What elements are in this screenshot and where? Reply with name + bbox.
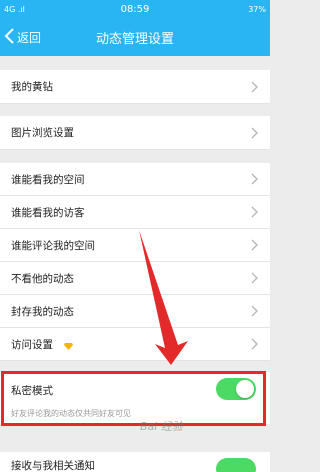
watermark: Bai 经验 xyxy=(140,420,183,433)
privacy-mode-section: 私密模式 好友评论我的动态仅共同好友可见 xyxy=(0,372,270,424)
battery-indicator: 37% xyxy=(248,4,266,14)
row-label: 谁能评论我的空间 xyxy=(11,239,95,252)
privacy-mode-toggle[interactable] xyxy=(216,378,256,400)
row-label: 图片浏览设置 xyxy=(11,127,74,139)
chevron-right-icon xyxy=(251,305,258,317)
notifications-toggle[interactable] xyxy=(216,458,256,472)
row-image-browse[interactable]: 图片浏览设置 xyxy=(0,116,270,150)
chevron-right-icon xyxy=(251,81,258,93)
yellow-diamond-icon xyxy=(64,341,74,350)
chevron-right-icon xyxy=(251,338,258,350)
privacy-mode-description: 好友评论我的动态仅共同好友可见 xyxy=(11,409,131,418)
row-who-see-space[interactable]: 谁能看我的空间 xyxy=(0,163,270,196)
row-who-see-visitors[interactable]: 谁能看我的访客 xyxy=(0,196,270,229)
row-blocked[interactable]: 封存我的动态 xyxy=(0,295,270,328)
chevron-right-icon xyxy=(251,272,258,284)
row-label: 访问设置 xyxy=(11,338,53,351)
status-bar: 4G .ıl 08:59 37% xyxy=(0,0,270,18)
signal-indicator: 4G .ıl xyxy=(4,4,25,14)
toggle-knob xyxy=(236,380,254,398)
row-not-see[interactable]: 不看他的动态 xyxy=(0,262,270,295)
chevron-right-icon xyxy=(251,127,258,139)
title-bar: 返回 动态管理设置 xyxy=(0,18,270,56)
chevron-right-icon xyxy=(251,239,258,251)
row-label: 封存我的动态 xyxy=(11,305,74,318)
chevron-right-icon xyxy=(251,173,258,185)
row-yellow-diamond[interactable]: 我的黄钻 xyxy=(0,70,270,104)
row-who-comment[interactable]: 谁能评论我的空间 xyxy=(0,229,270,262)
row-label: 接收与我相关通知 xyxy=(11,460,95,472)
status-time: 08:59 xyxy=(120,3,150,15)
row-label: 谁能看我的访客 xyxy=(11,206,85,219)
row-notifications[interactable]: 接收与我相关通知 xyxy=(0,452,270,472)
page-title: 动态管理设置 xyxy=(95,32,174,47)
privacy-mode-label: 私密模式 xyxy=(11,385,53,397)
row-label: 我的黄钻 xyxy=(11,81,53,93)
row-visit-settings[interactable]: 访问设置 xyxy=(0,328,270,361)
row-label: 谁能看我的空间 xyxy=(11,173,85,186)
chevron-right-icon xyxy=(251,206,258,218)
row-label: 不看他的动态 xyxy=(11,272,74,285)
